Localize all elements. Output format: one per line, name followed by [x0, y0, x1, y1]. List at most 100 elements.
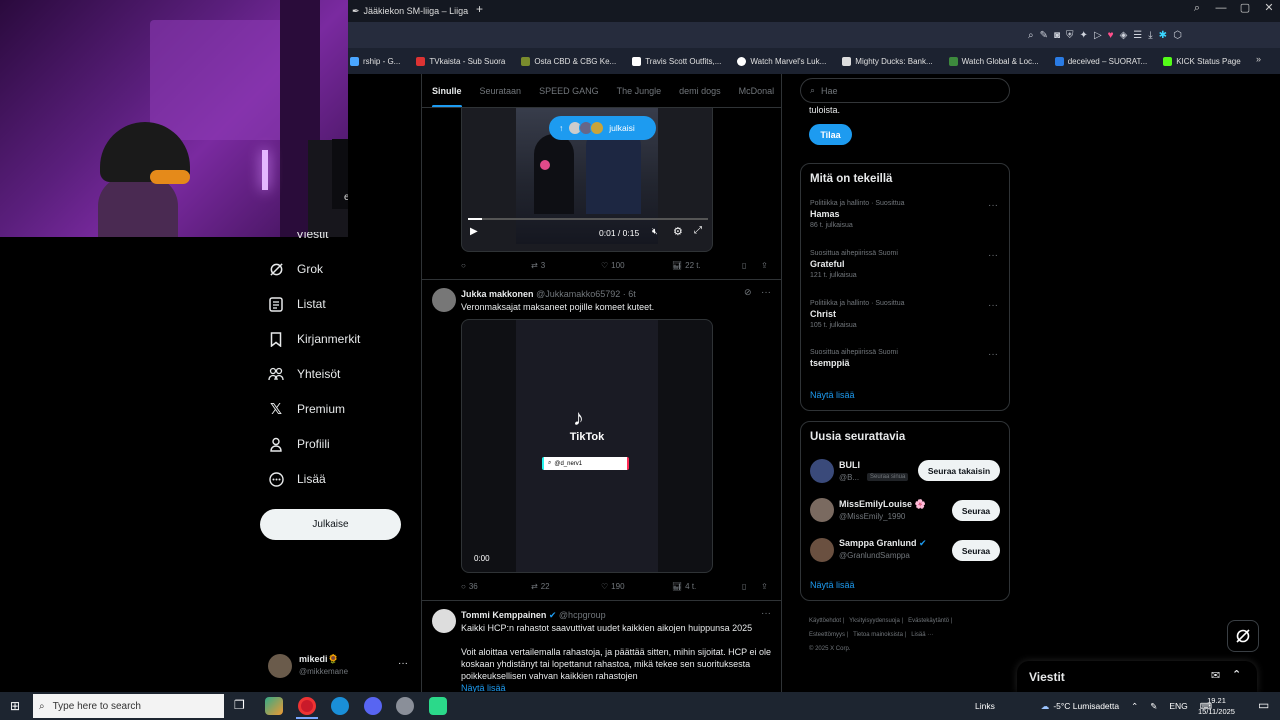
edit-icon[interactable]: ✎: [1040, 30, 1048, 41]
nav-item-listat[interactable]: Listat: [268, 296, 326, 312]
post-button[interactable]: Julkaise: [260, 509, 401, 540]
reply-button[interactable]: ○: [461, 261, 469, 270]
notifications-icon[interactable]: ▭: [1258, 698, 1269, 712]
camera-icon[interactable]: ◙: [1054, 30, 1060, 41]
author-handle[interactable]: @hcpgroup: [559, 610, 606, 620]
clock[interactable]: 19.21 15/11/2025: [1198, 695, 1235, 717]
follow-button[interactable]: Seuraa: [952, 500, 1000, 521]
footer-link[interactable]: Esteettömyys: [809, 632, 845, 638]
chevron-up-icon[interactable]: ⌃: [1131, 701, 1138, 712]
trend-item[interactable]: Politiikka ja hallinto · Suosittua Hamas…: [810, 200, 1005, 229]
tab-the-jungle[interactable]: The Jungle: [617, 86, 662, 96]
trend-item[interactable]: Suosittua aihepiirissä Suomi Grateful 12…: [810, 250, 1005, 279]
footer-link[interactable]: Evästekäytäntö: [908, 618, 949, 624]
cube-icon[interactable]: ⬡: [1173, 30, 1182, 41]
avatar[interactable]: [432, 288, 456, 312]
more-icon[interactable]: ···: [988, 349, 998, 360]
author-name[interactable]: Tommi Kemppainen: [461, 610, 546, 620]
browser-tab[interactable]: ✒ Jääkiekon SM-liiga – Liiga: [352, 0, 472, 22]
bookmark-item[interactable]: Watch Marvel's Luk...: [737, 56, 826, 66]
play-icon[interactable]: ▷: [1094, 30, 1102, 41]
app-icon[interactable]: ✱: [1159, 30, 1167, 41]
author-handle[interactable]: @Jukkamakko65792: [536, 289, 620, 299]
wallet-icon[interactable]: ◈: [1120, 30, 1128, 41]
subscribe-button[interactable]: Tilaa: [809, 124, 852, 145]
avatar[interactable]: [810, 538, 834, 562]
avatar[interactable]: [432, 609, 456, 633]
tab-sinulle[interactable]: Sinulle: [432, 86, 462, 107]
new-tab-button[interactable]: +: [476, 2, 483, 16]
close-button[interactable]: ✕: [1257, 0, 1280, 18]
app-opera-icon[interactable]: [298, 697, 316, 715]
nav-item-yhteisot[interactable]: Yhteisöt: [268, 366, 340, 382]
share-button[interactable]: ⇪: [761, 582, 768, 591]
taskbar-search[interactable]: ⌕ Type here to search: [33, 694, 224, 718]
browser-search-icon[interactable]: ⌕: [1185, 0, 1209, 18]
grok-button[interactable]: [1227, 620, 1259, 652]
show-more-link[interactable]: Näytä lisää: [810, 390, 855, 400]
heart-icon[interactable]: ♥: [1108, 30, 1114, 41]
play-icon[interactable]: ▶: [470, 226, 478, 237]
show-more-link[interactable]: Näytä lisää: [461, 683, 506, 692]
windows-start-icon[interactable]: ⊞: [10, 699, 20, 713]
maximize-button[interactable]: ▢: [1233, 0, 1257, 18]
reply-button[interactable]: ○ 36: [461, 582, 478, 591]
trend-item[interactable]: Suosittua aihepiirissä Suomi tsemppiä ··…: [810, 349, 1005, 368]
fullscreen-icon[interactable]: ⤢: [694, 225, 702, 236]
download-icon[interactable]: ⤓: [1148, 30, 1152, 41]
bookmark-item[interactable]: KICK Status Page: [1163, 56, 1241, 66]
nav-item-profiili[interactable]: Profiili: [268, 436, 330, 452]
app-green-icon[interactable]: [429, 697, 447, 715]
weather-text[interactable]: -5°C Lumisadetta: [1053, 701, 1119, 711]
avatar[interactable]: [810, 459, 834, 483]
tab-mcdonal[interactable]: McDonal: [739, 86, 775, 96]
more-icon[interactable]: ···: [398, 658, 408, 669]
new-message-icon[interactable]: ✉: [1211, 669, 1220, 682]
links-toolbar[interactable]: Links: [975, 701, 995, 711]
bookmark-button[interactable]: ▯: [742, 261, 746, 270]
menu-icon[interactable]: ☰: [1133, 30, 1142, 41]
user-name[interactable]: MissEmilyLouise 🌸: [839, 499, 926, 510]
more-icon[interactable]: ···: [761, 608, 771, 619]
app-edge-icon[interactable]: [331, 697, 349, 715]
more-icon[interactable]: ···: [761, 287, 771, 298]
nav-item-lisaa[interactable]: Lisää: [268, 471, 326, 487]
author-name[interactable]: Jukka makkonen: [461, 289, 534, 299]
bookmark-item[interactable]: Watch Global & Loc...: [948, 56, 1039, 66]
bookmark-item[interactable]: rship - G...: [350, 56, 400, 66]
shield-icon[interactable]: ⛨: [1066, 30, 1074, 41]
extension-icon[interactable]: ✦: [1080, 30, 1088, 41]
nav-item-partial[interactable]: Viestit: [296, 232, 356, 238]
nav-item-premium[interactable]: 𝕏 Premium: [268, 401, 345, 418]
new-posts-pill[interactable]: ↑ julkaisi: [549, 116, 656, 140]
bookmark-item[interactable]: Travis Scott Outfits,...: [632, 56, 721, 66]
follow-button[interactable]: Seuraa: [952, 540, 1000, 561]
tab-seurataan[interactable]: Seurataan: [480, 86, 522, 96]
app-steam-icon[interactable]: [396, 697, 414, 715]
nav-item-grok[interactable]: Grok: [268, 261, 323, 277]
footer-link[interactable]: Yksityisyydensuoja: [849, 618, 900, 624]
bookmark-item[interactable]: TVkaista - Sub Suora: [416, 56, 505, 66]
views-button[interactable]: 📊︎ 4 t.: [672, 582, 696, 591]
like-button[interactable]: ♡ 100: [601, 261, 625, 270]
search-icon[interactable]: ⌕: [1028, 30, 1034, 41]
repost-button[interactable]: ⇄ 3: [531, 261, 545, 270]
trend-item[interactable]: Politiikka ja hallinto · Suosittua Chris…: [810, 300, 1005, 329]
like-button[interactable]: ♡ 190: [601, 582, 625, 591]
account-switcher[interactable]: mikedi🌻 @mikkemane ···: [268, 650, 413, 682]
views-button[interactable]: 📊︎ 22 t.: [672, 261, 701, 270]
language-indicator[interactable]: ENG: [1169, 701, 1187, 711]
footer-link[interactable]: Käyttöehdot: [809, 618, 841, 624]
bookmark-button[interactable]: ▯: [742, 582, 746, 591]
minimize-button[interactable]: —: [1209, 0, 1233, 18]
grok-icon[interactable]: ⊘: [744, 287, 752, 298]
user-name[interactable]: Samppa Granlund ✔: [839, 538, 927, 549]
nav-item-kirjanmerkit[interactable]: Kirjanmerkit: [268, 331, 360, 347]
user-name[interactable]: BULI: [839, 460, 860, 470]
bookmarks-overflow-button[interactable]: »: [1256, 54, 1261, 64]
tab-demi-dogs[interactable]: demi dogs: [679, 86, 721, 96]
bookmark-item[interactable]: Mighty Ducks: Bank...: [842, 56, 933, 66]
tab-speed-gang[interactable]: SPEED GANG: [539, 86, 599, 96]
repost-button[interactable]: ⇄ 22: [531, 582, 550, 591]
post-time[interactable]: · 6t: [623, 289, 636, 299]
